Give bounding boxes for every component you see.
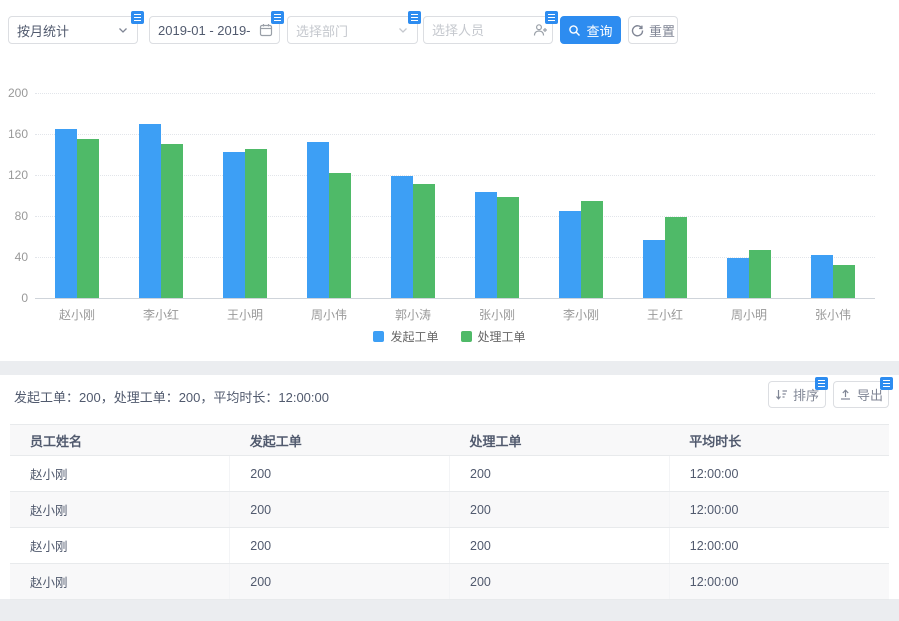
chart-bar [161, 144, 183, 298]
chart-bar [581, 201, 603, 298]
table-column-header: 处理工单 [450, 425, 670, 456]
workorder-table: 员工姓名发起工单处理工单平均时长 赵小刚20020012:00:00赵小刚200… [10, 424, 889, 600]
y-axis-tick-label: 40 [0, 250, 28, 264]
x-axis-category-label: 张小刚 [455, 306, 539, 323]
table-cell: 赵小刚 [10, 564, 230, 600]
x-axis-category-label: 郭小涛 [371, 306, 455, 323]
chart-bar [329, 173, 351, 298]
table-cell: 200 [230, 564, 450, 600]
table-panel: 发起工单：200，处理工单：200，平均时长：12:00:00 排序 导出 员工… [0, 375, 899, 599]
chart-bar [643, 240, 665, 298]
widget-handle-icon[interactable] [131, 11, 144, 24]
legend-item[interactable]: 发起工单 [373, 328, 438, 345]
legend-label: 发起工单 [390, 328, 438, 345]
table-cell: 200 [230, 528, 450, 564]
y-axis-tick-label: 160 [0, 127, 28, 141]
table-cell: 200 [230, 456, 450, 492]
legend-item[interactable]: 处理工单 [461, 328, 526, 345]
chart-legend: 发起工单 处理工单 [0, 328, 899, 345]
table-column-header: 平均时长 [669, 425, 889, 456]
table-cell: 12:00:00 [669, 564, 889, 600]
table-header: 员工姓名发起工单处理工单平均时长 [10, 425, 889, 456]
bar-chart: 0 40 80 120 160 200 赵小刚李小红王小明周小伟郭小涛张小刚李小刚王小红周小… [0, 0, 899, 361]
table-cell: 赵小刚 [10, 528, 230, 564]
x-axis-category-label: 周小明 [707, 306, 791, 323]
table-cell: 200 [450, 564, 670, 600]
x-axis-category-label: 王小明 [203, 306, 287, 323]
table-cell: 12:00:00 [669, 492, 889, 528]
chart-bar [139, 124, 161, 298]
y-gridline [35, 93, 875, 94]
widget-handle-icon[interactable] [545, 11, 558, 24]
chart-bar [413, 184, 435, 298]
chart-bar [559, 211, 581, 298]
x-axis-category-label: 赵小刚 [35, 306, 119, 323]
chart-bar [665, 217, 687, 298]
chart-bar [475, 192, 497, 298]
chart-bar [223, 152, 245, 298]
legend-swatch-icon [373, 331, 384, 342]
chart-bar [55, 129, 77, 298]
summary-text: 发起工单：200，处理工单：200，平均时长：12:00:00 [14, 387, 329, 406]
x-axis-category-label: 张小伟 [791, 306, 875, 323]
widget-handle-icon[interactable] [271, 11, 284, 24]
widget-handle-icon[interactable] [408, 11, 421, 24]
table-cell: 200 [450, 456, 670, 492]
y-axis-tick-label: 80 [0, 209, 28, 223]
table-row: 赵小刚20020012:00:00 [10, 456, 889, 492]
chart-bar [811, 255, 833, 298]
table-cell: 12:00:00 [669, 528, 889, 564]
table-cell: 赵小刚 [10, 492, 230, 528]
sort-icon [775, 388, 788, 401]
x-axis-category-label: 李小刚 [539, 306, 623, 323]
widget-handle-icon[interactable] [880, 377, 893, 390]
legend-label: 处理工单 [478, 328, 526, 345]
chart-bar [245, 149, 267, 298]
y-axis-tick-label: 0 [0, 291, 28, 305]
chart-bar [391, 176, 413, 298]
chart-bar [497, 197, 519, 298]
table-cell: 200 [450, 528, 670, 564]
chart-bar [77, 139, 99, 298]
table-cell: 12:00:00 [669, 456, 889, 492]
table-cell: 200 [450, 492, 670, 528]
y-axis-tick-label: 200 [0, 86, 28, 100]
x-axis-category-label: 李小红 [119, 306, 203, 323]
chart-bar [727, 258, 749, 298]
widget-handle-icon[interactable] [815, 377, 828, 390]
chart-bar [307, 142, 329, 298]
x-axis-category-label: 周小伟 [287, 306, 371, 323]
export-icon [839, 388, 852, 401]
chart-bar [749, 250, 771, 298]
table-row: 赵小刚20020012:00:00 [10, 564, 889, 600]
x-axis-line [35, 298, 875, 299]
chart-bar [833, 265, 855, 298]
x-axis-category-label: 王小红 [623, 306, 707, 323]
table-column-header: 员工姓名 [10, 425, 230, 456]
table-row: 赵小刚20020012:00:00 [10, 492, 889, 528]
table-row: 赵小刚20020012:00:00 [10, 528, 889, 564]
legend-swatch-icon [461, 331, 472, 342]
table-column-header: 发起工单 [230, 425, 450, 456]
chart-panel: 按月统计 选择部门 查询 重置 04080120160200赵小刚李小红王小明周… [0, 0, 899, 361]
y-axis-tick-label: 120 [0, 168, 28, 182]
y-gridline [35, 134, 875, 135]
table-cell: 200 [230, 492, 450, 528]
table-cell: 赵小刚 [10, 456, 230, 492]
